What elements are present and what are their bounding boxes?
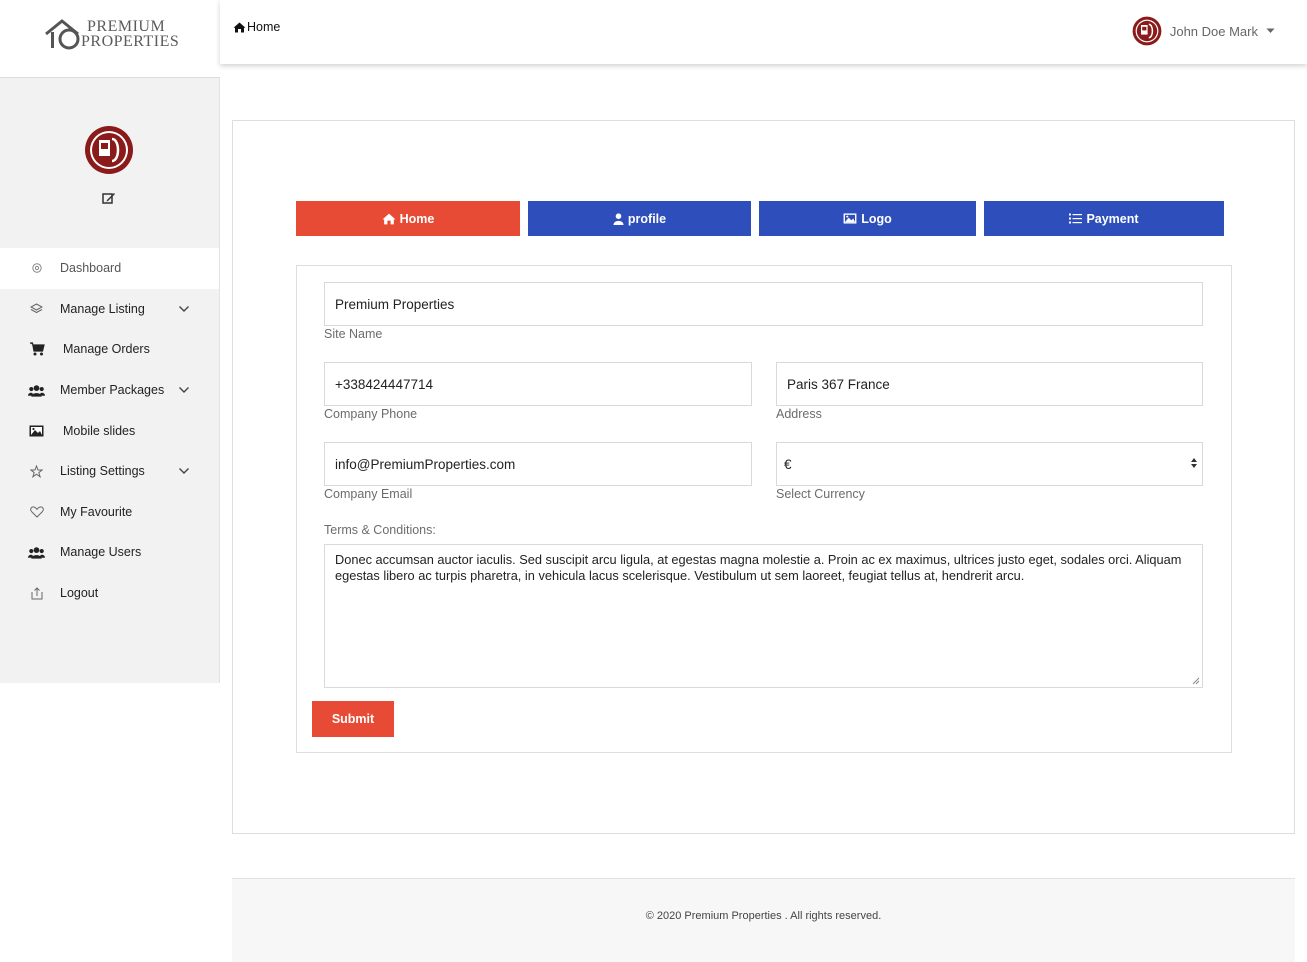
logout-icon bbox=[28, 586, 45, 600]
tab-profile[interactable]: profile bbox=[528, 201, 751, 236]
edit-icon[interactable] bbox=[102, 191, 116, 210]
tab-payment[interactable]: Payment bbox=[984, 201, 1224, 236]
sidebar-item-label: Manage Orders bbox=[63, 342, 150, 357]
home-icon bbox=[382, 213, 396, 224]
sidebar-item-label: Member Packages bbox=[60, 383, 165, 398]
sidebar-nav: Dashboard Manage Listing Manage Orders M… bbox=[0, 248, 219, 613]
brand-logo[interactable]: Premium Properties bbox=[0, 0, 220, 78]
tab-label: Logo bbox=[861, 211, 892, 226]
terms-label: Terms & Conditions: bbox=[324, 523, 436, 537]
tab-label: profile bbox=[627, 211, 667, 226]
chevron-down-icon[interactable] bbox=[178, 302, 190, 316]
address-label: Address bbox=[776, 407, 822, 421]
sidebar-item-member-packages[interactable]: Member Packages bbox=[0, 370, 219, 411]
settings-card: Home profile Logo Payment Premium Proper… bbox=[232, 120, 1295, 834]
currency-select[interactable]: € bbox=[776, 442, 1203, 486]
sidebar-item-my-favourite[interactable]: My Favourite bbox=[0, 492, 219, 533]
chevron-down-icon[interactable] bbox=[178, 383, 190, 397]
user-menu[interactable]: John Doe Mark bbox=[1132, 16, 1275, 46]
footer: © 2020 Premium Properties . All rights r… bbox=[232, 878, 1295, 962]
tab-logo[interactable]: Logo bbox=[759, 201, 976, 236]
footer-copyright: © 2020 Premium Properties . All rights r… bbox=[645, 910, 882, 922]
user-name[interactable]: John Doe Mark bbox=[1170, 24, 1258, 39]
company-email-input[interactable]: info@PremiumProperties.com bbox=[324, 442, 752, 486]
sidebar-item-manage-users[interactable]: Manage Users bbox=[0, 532, 219, 573]
address-input[interactable]: Paris 367 France bbox=[776, 362, 1203, 406]
heart-icon bbox=[28, 505, 45, 519]
sidebar-item-label: Manage Listing bbox=[60, 301, 145, 316]
sidebar-item-label: Logout bbox=[60, 586, 99, 601]
site-name-input[interactable]: Premium Properties bbox=[324, 282, 1203, 326]
brand-line2: Properties bbox=[81, 33, 180, 50]
breadcrumb[interactable]: Home bbox=[233, 20, 280, 34]
users-icon bbox=[28, 383, 45, 397]
sidebar-avatar[interactable] bbox=[84, 125, 134, 180]
star-icon bbox=[28, 464, 45, 478]
terms-text: Donec accumsan auctor iaculis. Sed susci… bbox=[335, 552, 1182, 583]
resize-grip-icon[interactable] bbox=[1192, 677, 1200, 685]
house-logo-icon bbox=[45, 19, 80, 50]
users-icon bbox=[28, 545, 45, 559]
user-icon bbox=[613, 212, 624, 225]
brand-line1: Premium bbox=[87, 18, 166, 35]
sidebar-item-label: My Favourite bbox=[60, 504, 133, 519]
terms-textarea[interactable]: Donec accumsan auctor iaculis. Sed susci… bbox=[324, 544, 1203, 688]
chevron-down-icon[interactable] bbox=[178, 464, 190, 478]
submit-button[interactable]: Submit bbox=[312, 701, 394, 737]
sidebar-item-label: Mobile slides bbox=[63, 423, 136, 438]
sidebar-item-label: Listing Settings bbox=[60, 464, 145, 479]
avatar[interactable] bbox=[1132, 16, 1162, 46]
image-icon bbox=[843, 213, 857, 224]
sidebar-item-dashboard[interactable]: Dashboard bbox=[0, 248, 219, 289]
sidebar-item-logout[interactable]: Logout bbox=[0, 573, 219, 614]
breadcrumb-home[interactable]: Home bbox=[247, 20, 280, 34]
settings-form: Premium Properties Site Name +3384244477… bbox=[296, 265, 1232, 753]
site-name-label: Site Name bbox=[324, 327, 383, 341]
tab-label: Home bbox=[399, 211, 435, 226]
sidebar-item-manage-listing[interactable]: Manage Listing bbox=[0, 289, 219, 330]
company-phone-input[interactable]: +338424447714 bbox=[324, 362, 752, 406]
tab-label: Payment bbox=[1086, 211, 1139, 226]
layers-icon bbox=[28, 302, 45, 316]
sidebar-item-manage-orders[interactable]: Manage Orders bbox=[0, 329, 219, 370]
cart-icon bbox=[28, 342, 45, 356]
select-arrows-icon bbox=[1191, 458, 1197, 468]
gear-icon bbox=[28, 261, 45, 275]
sidebar-item-label: Manage Users bbox=[60, 545, 142, 560]
company-phone-label: Company Phone bbox=[324, 407, 418, 421]
sidebar-item-mobile-slides[interactable]: Mobile slides bbox=[0, 410, 219, 451]
currency-label: Select Currency bbox=[776, 487, 865, 501]
caret-down-icon[interactable] bbox=[1266, 28, 1275, 34]
company-email-label: Company Email bbox=[324, 487, 413, 501]
home-icon bbox=[233, 22, 246, 32]
sidebar-item-label: Dashboard bbox=[60, 261, 122, 276]
top-bar: Home John Doe Mark bbox=[220, 0, 1307, 64]
sidebar: Premium Properties Dashboard bbox=[0, 0, 220, 683]
tab-home[interactable]: Home bbox=[296, 201, 520, 236]
sidebar-item-listing-settings[interactable]: Listing Settings bbox=[0, 451, 219, 492]
currency-value: € bbox=[784, 456, 792, 472]
image-icon bbox=[28, 424, 45, 438]
list-icon bbox=[1069, 213, 1083, 224]
